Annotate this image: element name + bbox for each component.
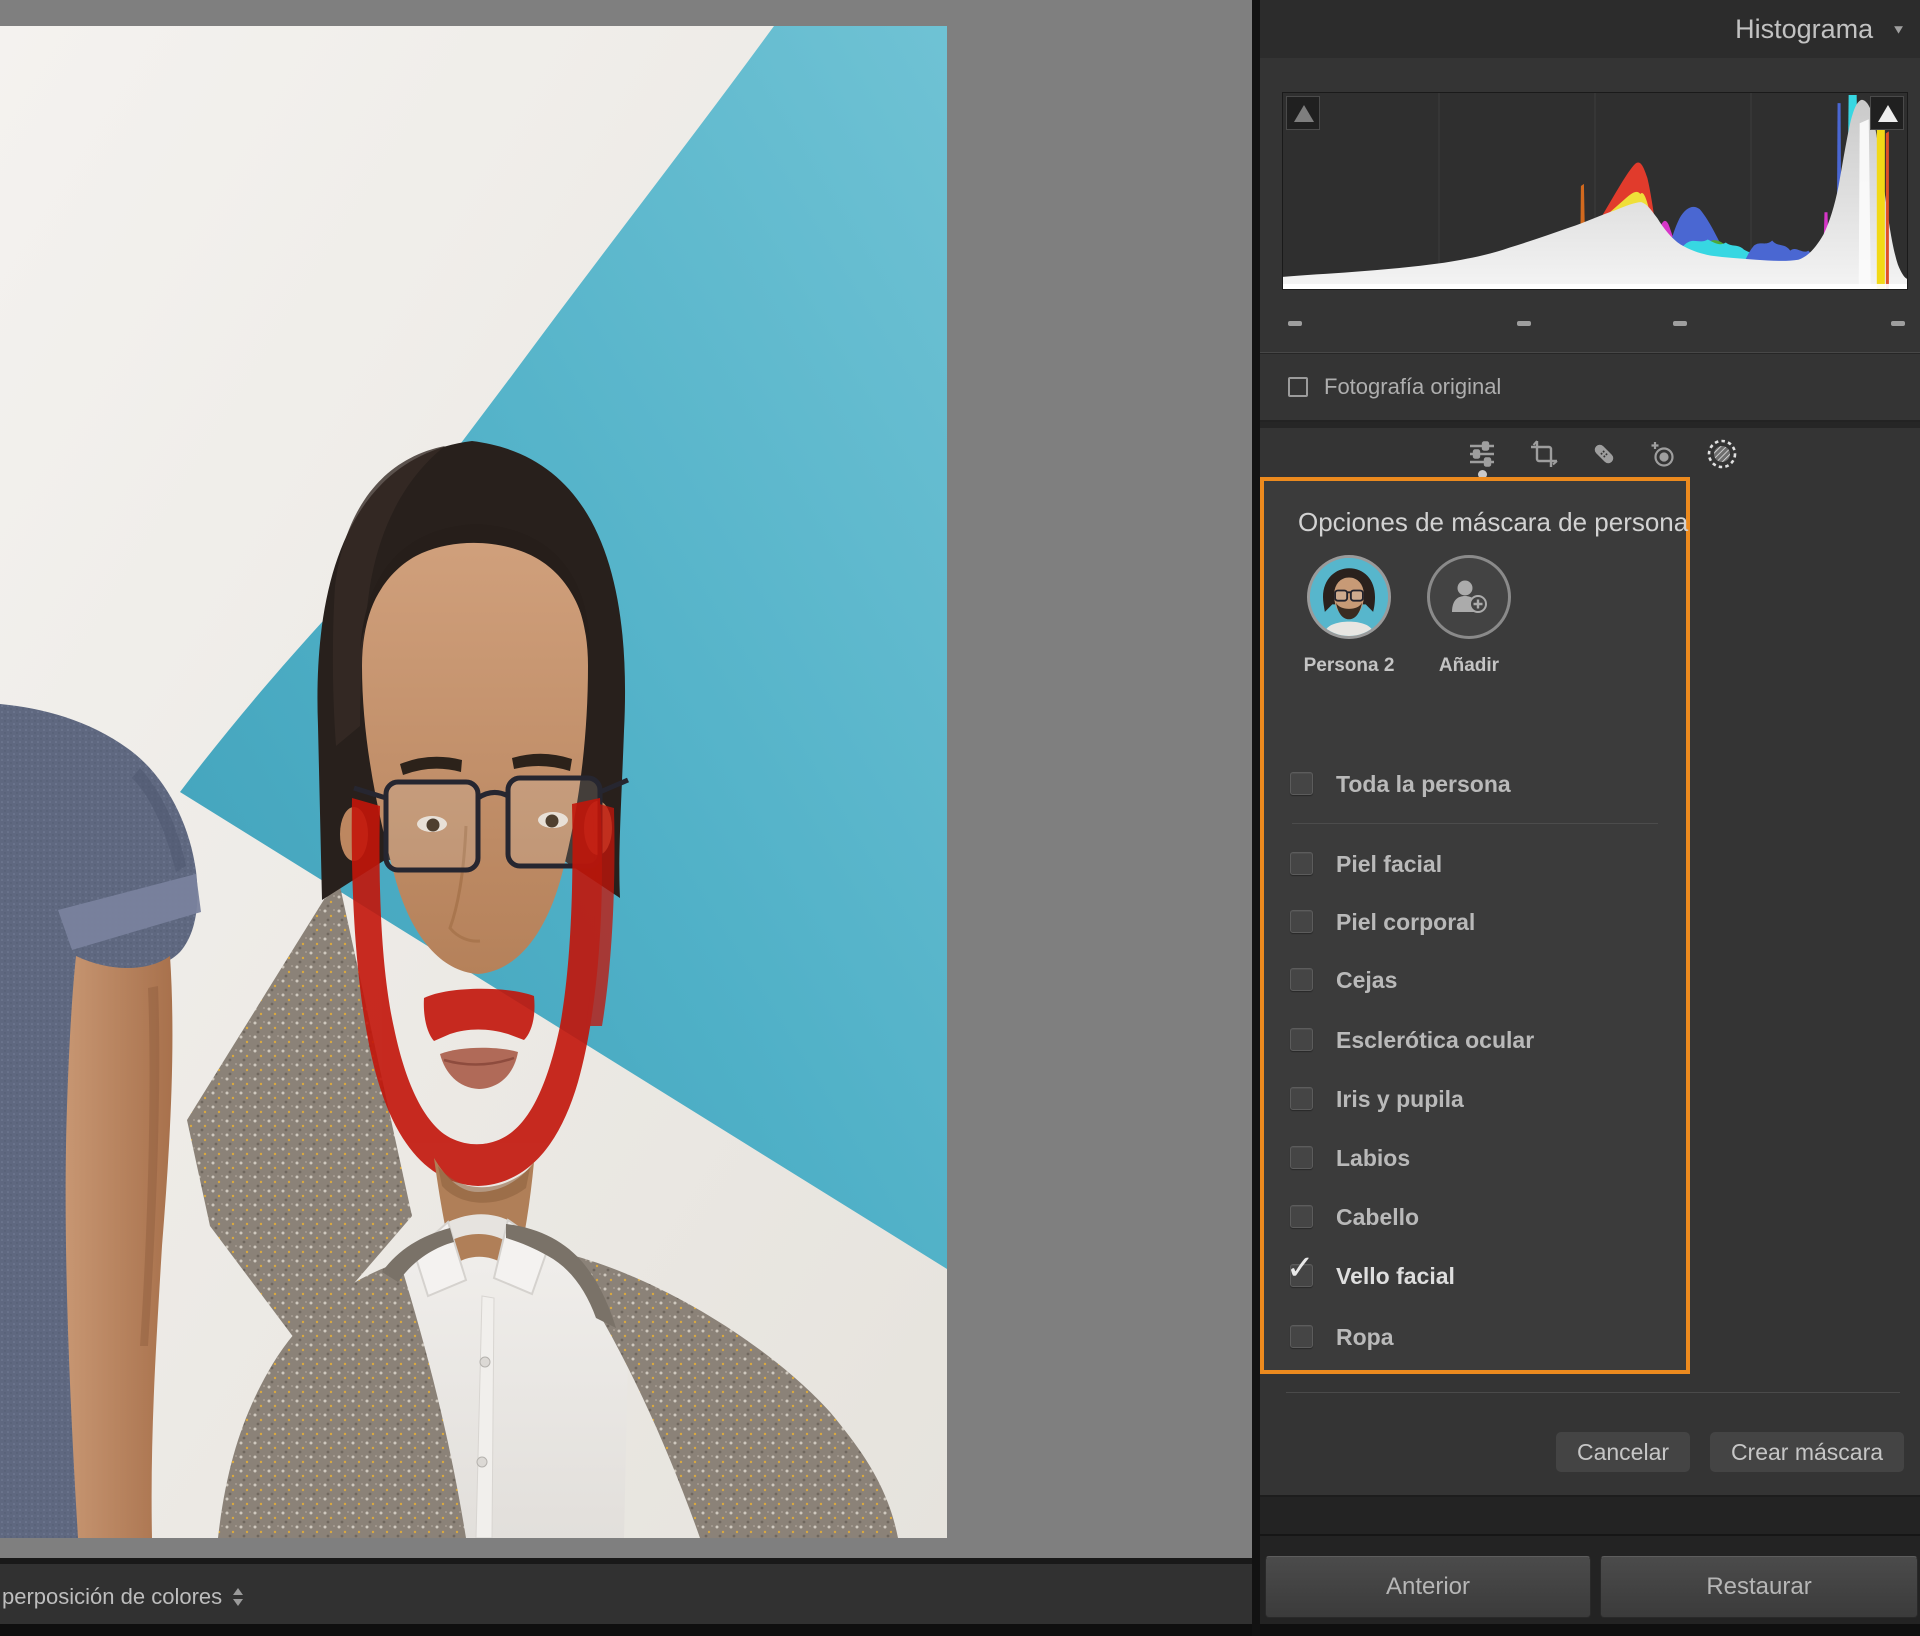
- bottom-edge-strip: [0, 1624, 1252, 1636]
- original-photo-row: Fotografía original: [1260, 354, 1920, 422]
- mask-option-row[interactable]: ✓ Vello facial: [1264, 1250, 1686, 1294]
- original-photo-checkbox[interactable]: [1288, 377, 1308, 397]
- mask-option-label: Vello facial: [1336, 1263, 1455, 1289]
- mask-option-row[interactable]: Iris y pupila: [1264, 1081, 1686, 1117]
- mask-option-row[interactable]: Piel corporal: [1264, 904, 1686, 940]
- mask-option-checkbox[interactable]: [1290, 1325, 1313, 1348]
- mask-option-row[interactable]: Toda la persona: [1264, 766, 1686, 802]
- histogram-blacks-handle[interactable]: [1288, 321, 1302, 326]
- mask-option-row[interactable]: Piel facial: [1264, 846, 1686, 882]
- original-photo-label: Fotografía original: [1324, 374, 1502, 399]
- panel-title: Opciones de máscara de persona: [1298, 507, 1689, 537]
- mask-option-row[interactable]: Labios: [1264, 1140, 1686, 1176]
- develop-right-panel: Histograma ▼ Fotografía original Opcione…: [1252, 0, 1920, 1636]
- options-divider: [1292, 823, 1658, 824]
- create-mask-button[interactable]: Crear máscara: [1710, 1432, 1904, 1472]
- histogram-chart[interactable]: [1282, 92, 1908, 290]
- add-person-label: Añadir: [1438, 655, 1500, 676]
- histogram-section: [1260, 58, 1920, 353]
- mask-option-checkbox[interactable]: [1290, 852, 1313, 875]
- photo-preview[interactable]: [0, 26, 947, 1538]
- mask-option-label: Iris y pupila: [1336, 1086, 1464, 1112]
- lightroom-develop-window: perposición de colores Histograma ▼ Foto…: [0, 0, 1920, 1636]
- panel-footer: Anterior Restaurar: [1260, 1497, 1920, 1636]
- crop-tool-icon[interactable]: [1527, 437, 1561, 471]
- mask-option-checkbox[interactable]: [1290, 1028, 1313, 1051]
- mask-option-label: Cejas: [1336, 967, 1398, 993]
- buttons-divider: [1286, 1392, 1900, 1393]
- red-eye-tool-icon[interactable]: [1645, 437, 1679, 471]
- histogram-highlights-handle[interactable]: [1673, 321, 1687, 326]
- mask-option-row[interactable]: Ropa: [1264, 1319, 1686, 1355]
- mask-option-checkbox[interactable]: [1290, 1087, 1313, 1110]
- up-down-arrows-icon[interactable]: [232, 1588, 244, 1608]
- mask-option-checkbox[interactable]: [1290, 1146, 1313, 1169]
- histogram-exposure-handle[interactable]: [1517, 321, 1531, 326]
- mask-option-label: Piel corporal: [1336, 909, 1476, 935]
- highlight-clipping-triangle-icon: [1878, 105, 1898, 122]
- mask-option-checkbox[interactable]: [1290, 968, 1313, 991]
- reset-button[interactable]: Restaurar: [1600, 1556, 1918, 1618]
- mask-option-row[interactable]: Esclerótica ocular: [1264, 1022, 1686, 1058]
- histogram-plot: [1283, 93, 1907, 290]
- mask-option-label: Piel facial: [1336, 851, 1443, 877]
- masking-tool-icon[interactable]: [1705, 437, 1739, 471]
- mask-option-label: Labios: [1336, 1145, 1411, 1171]
- histogram-panel-header[interactable]: Histograma ▼: [1260, 0, 1920, 58]
- photo-canvas-area: perposición de colores: [0, 0, 1252, 1636]
- shadow-clipping-indicator[interactable]: [1286, 96, 1320, 130]
- add-person-icon: [1452, 580, 1487, 613]
- color-overlay-label[interactable]: perposición de colores: [2, 1564, 222, 1630]
- footer-divider: [1260, 1534, 1920, 1536]
- photo-illustration: [0, 26, 947, 1538]
- highlight-clipping-indicator[interactable]: [1870, 96, 1904, 130]
- add-person-button[interactable]: [1427, 555, 1511, 639]
- mask-option-checkbox[interactable]: [1290, 772, 1313, 795]
- mask-option-row[interactable]: Cabello: [1264, 1199, 1686, 1235]
- person-2-avatar[interactable]: [1307, 555, 1391, 639]
- chevron-down-icon[interactable]: ▼: [1891, 22, 1906, 36]
- mask-option-label: Ropa: [1336, 1324, 1394, 1350]
- histogram-title: Histograma: [1735, 13, 1874, 44]
- mask-option-checkbox[interactable]: [1290, 1205, 1313, 1228]
- mask-option-label: Cabello: [1336, 1204, 1420, 1230]
- mask-option-label: Toda la persona: [1336, 771, 1511, 797]
- previous-button[interactable]: Anterior: [1265, 1556, 1591, 1618]
- footer-edge-strip: [1260, 1624, 1920, 1636]
- mask-option-checkbox[interactable]: [1290, 910, 1313, 933]
- tools-and-masking-section: Opciones de máscara de persona Persona 2…: [1260, 428, 1920, 1497]
- mask-option-row[interactable]: Cejas: [1264, 962, 1686, 998]
- histogram-whites-handle[interactable]: [1891, 321, 1905, 326]
- cancel-button[interactable]: Cancelar: [1556, 1432, 1690, 1472]
- shadow-clipping-triangle-icon: [1294, 105, 1314, 122]
- canvas-bottom-toolbar: perposición de colores: [0, 1558, 1252, 1630]
- checkmark-icon: ✓: [1286, 1249, 1315, 1287]
- basic-adjustments-icon[interactable]: [1465, 437, 1499, 471]
- healing-brush-icon[interactable]: [1587, 437, 1621, 471]
- mask-option-label: Esclerótica ocular: [1336, 1027, 1535, 1053]
- person-mask-options-panel: Opciones de máscara de persona Persona 2…: [1260, 477, 1690, 1374]
